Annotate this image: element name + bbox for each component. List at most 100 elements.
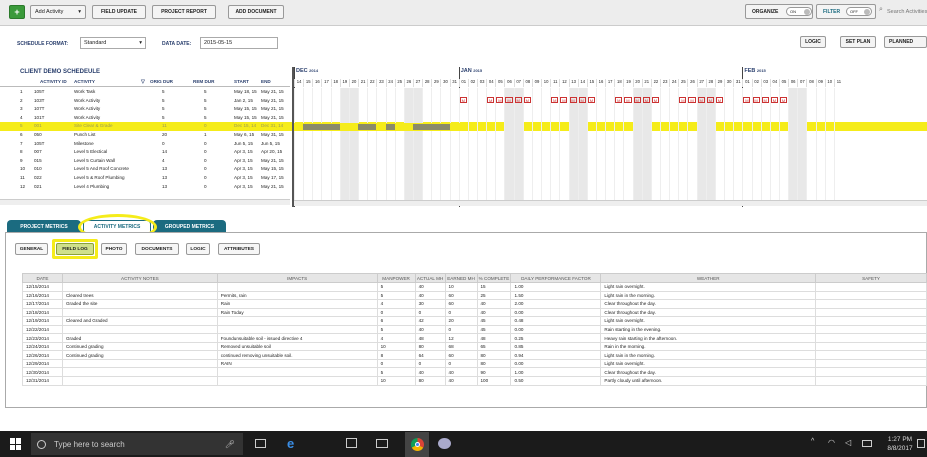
activity-row[interactable]: 9 015 Level 5 Curtain Wall 4 0 Apr 3, 15 May 2… bbox=[0, 157, 290, 165]
data-date-input[interactable]: 2015-05-15 bbox=[200, 37, 278, 49]
field-update-button[interactable]: FIELD UPDATE bbox=[92, 5, 146, 19]
log-column-header[interactable]: WEATHER bbox=[600, 273, 817, 283]
tab-general[interactable]: GENERAL bbox=[15, 243, 48, 255]
log-column-header[interactable]: DAILY PERFORMANCE FACTOR bbox=[510, 273, 602, 283]
gantt-bar-marker[interactable]: M bbox=[679, 97, 687, 103]
gantt-bar-marker[interactable]: M bbox=[560, 97, 568, 103]
tab-documents[interactable]: DOCUMENTS bbox=[135, 243, 179, 255]
gantt-bar-marker[interactable]: M bbox=[551, 97, 559, 103]
log-row[interactable]: 12/26/2014 Continued grading continued rem… bbox=[22, 350, 927, 360]
gantt-bar-marker[interactable]: M bbox=[770, 97, 778, 103]
chrome-icon[interactable] bbox=[405, 432, 429, 457]
col-header-start[interactable]: START bbox=[234, 79, 249, 84]
activity-row[interactable]: 8 007 Level 5 Electical 14 0 Apr 3, 15 Apr 20,… bbox=[0, 148, 290, 156]
log-row[interactable]: 12/29/2014 RAIN 0 0 0 80 0.00 Light rain overni… bbox=[22, 358, 927, 369]
log-row[interactable]: 12/18/2014 Rain Today 0 0 0 40 0.00 Clear throu… bbox=[22, 307, 927, 318]
planned-button[interactable]: PLANNED bbox=[884, 36, 927, 48]
activity-row[interactable]: 1 105T Work Task 5 5 May 18, 15 May 21, 15 bbox=[0, 88, 290, 96]
gantt-activity-bar[interactable] bbox=[358, 124, 377, 130]
gantt-bar-marker[interactable]: M bbox=[743, 97, 751, 103]
log-row[interactable]: 12/16/2014 Cleared trees Permits, rain 5 40 6… bbox=[22, 290, 927, 301]
log-row[interactable]: 12/19/2014 Cleared and Graded 6 42 20 45 0.48 L… bbox=[22, 316, 927, 326]
log-column-header[interactable]: DATE bbox=[22, 273, 63, 283]
edge-icon[interactable]: e bbox=[287, 436, 294, 451]
volume-icon[interactable]: ◁ bbox=[845, 438, 851, 447]
log-row[interactable]: 12/23/2014 Graded Foundunsuitable soil - i… bbox=[22, 333, 927, 343]
log-column-header[interactable]: SAFETY bbox=[815, 273, 927, 283]
gantt-bar-marker[interactable]: M bbox=[624, 97, 632, 103]
store-icon[interactable] bbox=[346, 438, 357, 448]
log-row[interactable]: 12/22/2014 5 40 0 45 0.00 Rain starting in the… bbox=[22, 324, 927, 335]
gantt-activity-bar[interactable] bbox=[385, 124, 395, 130]
add-button[interactable]: + bbox=[9, 5, 25, 19]
gantt-bar-marker[interactable]: M bbox=[578, 97, 586, 103]
log-column-header[interactable]: ACTUAL MH bbox=[414, 273, 446, 283]
log-column-header[interactable]: EARNED MH bbox=[444, 273, 478, 283]
keyboard-icon[interactable] bbox=[862, 440, 872, 447]
add-document-button[interactable]: ADD DOCUMENT bbox=[228, 5, 284, 19]
log-row[interactable]: 12/15/2014 5 40 10 15 1.00 Light rain overnigh… bbox=[22, 282, 927, 292]
tab-photo[interactable]: PHOTO bbox=[101, 243, 127, 255]
col-header-rem-dur[interactable]: REM DUR bbox=[193, 79, 214, 84]
gantt-bar-marker[interactable]: M bbox=[633, 97, 641, 103]
col-header-end[interactable]: END bbox=[261, 79, 271, 84]
gantt-bar-marker[interactable]: M bbox=[688, 97, 696, 103]
gantt-bar-marker[interactable]: M bbox=[523, 97, 531, 103]
taskbar-search-box[interactable]: Type here to search 🎤︎ bbox=[31, 433, 243, 455]
schedule-format-select[interactable]: Standard ▾ bbox=[80, 37, 146, 49]
gantt-bar-marker[interactable]: M bbox=[505, 97, 513, 103]
log-column-header[interactable]: ACTIVITY NOTES bbox=[61, 273, 218, 283]
col-header-orig-dur[interactable]: ORIG DUR bbox=[150, 79, 173, 84]
activity-row[interactable]: 7 105T Milestone 0 0 Jun 5, 15 Jun 5, 15 bbox=[0, 140, 290, 148]
activity-row[interactable]: 3 107T Work Activity 5 5 May 15, 15 May 21, 15 bbox=[0, 105, 290, 113]
activity-row[interactable]: 10 010 Level 5 And Roof Concrete 13 0 Apr 3, … bbox=[0, 165, 290, 173]
gantt-bar-marker[interactable]: M bbox=[496, 97, 504, 103]
windows-start-icon[interactable] bbox=[10, 438, 22, 450]
organize-toggle[interactable]: ON bbox=[786, 7, 812, 16]
mail-icon[interactable] bbox=[376, 439, 388, 448]
log-column-header[interactable]: MANPOWER bbox=[376, 273, 416, 283]
task-view-icon[interactable] bbox=[255, 439, 266, 448]
app-icon[interactable] bbox=[438, 438, 451, 449]
tab-logic[interactable]: LOGIC bbox=[186, 243, 210, 255]
activity-row[interactable]: 4 101T Work Activity 5 5 May 15, 15 May 21, 15 bbox=[0, 114, 290, 122]
activity-row[interactable]: 6 050 Punch List 20 1 May 6, 15 May 31, 15 bbox=[0, 131, 290, 139]
log-row[interactable]: 12/30/2014 5 40 40 90 1.00 Clear throughout th… bbox=[22, 367, 927, 377]
gantt-scrollbar[interactable] bbox=[294, 200, 927, 206]
log-row[interactable]: 12/31/2014 10 80 40 100 0.50 Partly cloudy unt… bbox=[22, 376, 927, 386]
activity-row[interactable]: 2 103T Work Activity 5 5 Jan 2, 15 May 21, 15 bbox=[0, 97, 290, 105]
gantt-bar-marker[interactable]: M bbox=[779, 97, 788, 103]
filter-toggle[interactable]: OFF bbox=[846, 7, 872, 16]
activity-row[interactable]: 12 021 Level 4 Plumbing 13 0 Apr 3, 15 May 21,… bbox=[0, 183, 290, 191]
set-plan-button[interactable]: SET PLAN bbox=[840, 36, 876, 48]
logic-button[interactable]: LOGIC bbox=[800, 36, 826, 48]
col-header-activity-id[interactable]: ACTIVITY ID bbox=[40, 79, 67, 84]
gantt-bar-marker[interactable]: M bbox=[459, 97, 467, 103]
notification-icon[interactable] bbox=[917, 439, 925, 448]
search-input[interactable] bbox=[887, 5, 927, 18]
log-row[interactable]: 12/24/2014 Continued grading Removed unsui… bbox=[22, 341, 927, 352]
wifi-icon[interactable]: ◠ bbox=[828, 438, 835, 447]
gantt-activity-bar[interactable] bbox=[412, 124, 450, 130]
log-column-header[interactable]: IMPACTS bbox=[216, 273, 378, 283]
gantt-bar-marker[interactable]: M bbox=[651, 97, 659, 103]
gantt-bar-marker[interactable]: M bbox=[642, 97, 650, 103]
gantt-bar-marker[interactable]: M bbox=[697, 97, 705, 103]
project-report-button[interactable]: PROJECT REPORT bbox=[152, 5, 216, 19]
tab-attributes[interactable]: ATTRIBUTES bbox=[218, 243, 260, 255]
clock[interactable]: 1:27 PM 8/8/2017 bbox=[886, 435, 914, 453]
add-activity-dropdown[interactable]: Add Activity ▾ bbox=[30, 5, 86, 19]
gantt-bar-marker[interactable]: M bbox=[615, 97, 623, 103]
gantt-bar-marker[interactable]: M bbox=[514, 97, 522, 103]
gantt-bar-marker[interactable]: M bbox=[761, 97, 769, 103]
filter-icon[interactable]: ▽ bbox=[141, 79, 145, 85]
gantt-bar-marker[interactable]: M bbox=[706, 97, 714, 103]
gantt-bar-marker[interactable]: M bbox=[569, 97, 577, 103]
gantt-bar-marker[interactable]: M bbox=[752, 97, 760, 103]
grid-scrollbar[interactable] bbox=[0, 199, 290, 205]
activity-row[interactable]: 11 022 Level 5 & Roof Plumbing 13 0 Apr 3, 15… bbox=[0, 174, 290, 182]
col-header-activity[interactable]: ACTIVITY bbox=[74, 79, 95, 84]
tray-up-icon[interactable]: ^ bbox=[811, 438, 814, 445]
log-row[interactable]: 12/17/2014 Graded the site Rain 4 30 60 40 2.00… bbox=[22, 299, 927, 309]
gantt-bar-marker[interactable]: M bbox=[587, 97, 595, 103]
